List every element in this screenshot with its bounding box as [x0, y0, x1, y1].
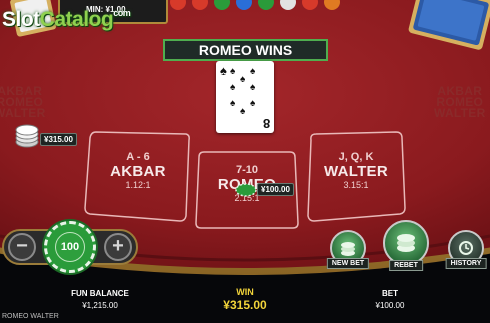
spot-walter-name: WALTER — [323, 163, 388, 180]
chip-stack-icon — [15, 124, 39, 148]
bet-value: ¥100.00 — [375, 301, 405, 310]
spade-icon: ♠ — [250, 82, 256, 93]
spot-walter[interactable]: J, Q, K WALTER 3.15:1 — [310, 151, 402, 190]
spot-walter-payout: 3.15:1 — [343, 180, 369, 190]
chip-value: 100 — [55, 232, 85, 262]
balance-value: ¥1,215.00 — [82, 301, 118, 310]
game-scene: MIN: ¥1.00 SlotCatalogcom ROMEO WINS ♠ ♠… — [0, 0, 490, 323]
win-label: WIN — [236, 287, 254, 297]
side-brand-right: AKBAR ROMEO WALTER — [434, 85, 486, 120]
side-stack-amount: ¥315.00 — [40, 133, 77, 146]
spot-akbar-name: AKBAR — [110, 163, 166, 180]
bet-chip-icon — [235, 183, 257, 197]
history-label: HISTORY — [445, 258, 487, 269]
balance-stat: FUN BALANCE ¥1,215.00 — [64, 289, 136, 310]
spot-romeo-range: 7-10 — [235, 164, 259, 176]
spade-icon: ♠ — [250, 98, 256, 109]
win-value: ¥315.00 — [223, 298, 267, 312]
watermark-part2: Catalog — [39, 8, 114, 31]
watermark-logo: SlotCatalogcom — [2, 8, 131, 32]
balance-label: FUN BALANCE — [71, 289, 129, 298]
chips-stack-icon — [341, 242, 355, 256]
spade-icon: ♠ — [230, 82, 236, 93]
watermark-part1: Slot — [2, 8, 40, 31]
spot-akbar-range: A - 6 — [126, 151, 150, 163]
spade-icon: ♠ — [230, 98, 236, 109]
status-bar: FUN BALANCE ¥1,215.00 WIN ¥315.00 BET ¥1… — [0, 281, 490, 323]
increase-chip-button[interactable]: + — [104, 233, 132, 261]
win-stat: WIN ¥315.00 — [205, 287, 285, 312]
bet-stat: BET ¥100.00 — [362, 289, 418, 310]
decrease-chip-button[interactable]: − — [8, 233, 36, 261]
dealt-card: ♠ ♠ ♠ ♠ ♠ ♠ ♠ ♠ ♠ 8 — [216, 61, 274, 133]
selected-chip[interactable]: 100 — [44, 221, 96, 273]
spade-icon: ♠ — [250, 66, 256, 77]
brand-line3: WALTER — [0, 106, 46, 120]
rebet-chips-icon — [397, 234, 415, 252]
history-button[interactable]: HISTORY — [442, 230, 490, 274]
spot-bet-amount: ¥100.00 — [257, 183, 294, 196]
new-bet-button[interactable]: NEW BET — [322, 230, 374, 274]
result-banner: ROMEO WINS — [163, 39, 328, 61]
watermark-tm: com — [113, 8, 131, 18]
rebet-label: REBET — [389, 260, 423, 271]
new-bet-label: NEW BET — [326, 258, 370, 269]
brand-line3: WALTER — [434, 106, 486, 120]
spade-icon: ♠ — [240, 106, 246, 117]
card-rank: 8 — [262, 116, 270, 131]
side-brand-left: AKBAR ROMEO WALTER — [0, 85, 46, 120]
spot-akbar[interactable]: A - 6 AKBAR 1.12:1 — [92, 151, 184, 190]
spot-walter-range: J, Q, K — [338, 151, 374, 163]
spade-icon: ♠ — [240, 74, 246, 85]
game-name: ROMEO WALTER — [2, 313, 59, 320]
history-clock-icon — [459, 241, 473, 255]
bet-label: BET — [382, 289, 398, 298]
spot-akbar-payout: 1.12:1 — [125, 180, 151, 190]
rebet-button[interactable]: REBET — [378, 220, 434, 272]
spade-icon: ♠ — [230, 66, 236, 77]
card-rank-top: ♠ — [220, 63, 227, 78]
